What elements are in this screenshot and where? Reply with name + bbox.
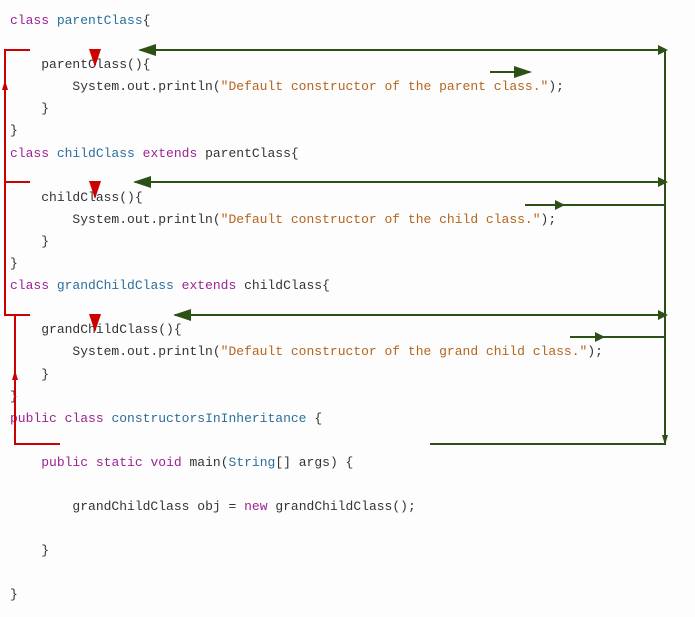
brace: } xyxy=(10,587,18,602)
keyword-class: class xyxy=(10,278,49,293)
ctor-grandChildClass: grandChildClass xyxy=(41,322,158,337)
stmt-end: (); xyxy=(392,499,415,514)
keyword-extends: extends xyxy=(143,146,198,161)
stmt-end: ); xyxy=(548,79,564,94)
brace: } xyxy=(10,256,18,271)
keyword-class: class xyxy=(10,146,49,161)
main-method: main xyxy=(190,455,221,470)
keyword-extends: extends xyxy=(182,278,237,293)
brace: } xyxy=(41,101,49,116)
string-literal: "Default constructor of the grand child … xyxy=(221,344,588,359)
brace: } xyxy=(41,543,49,558)
string-literal: "Default constructor of the parent class… xyxy=(221,79,549,94)
type-childClass: childClass xyxy=(57,146,135,161)
ctor-childClass: childClass xyxy=(41,190,119,205)
println-call: System.out.println xyxy=(72,344,212,359)
stmt-end: ); xyxy=(541,212,557,227)
args: [] args) { xyxy=(275,455,353,470)
println-call: System.out.println xyxy=(72,212,212,227)
parent-ref: childClass xyxy=(244,278,322,293)
type-ref: grandChildClass xyxy=(72,499,189,514)
keyword-new: new xyxy=(244,499,267,514)
parens: (){ xyxy=(158,322,181,337)
stmt-end: ); xyxy=(587,344,603,359)
ctor-call: grandChildClass xyxy=(275,499,392,514)
string-literal: "Default constructor of the child class.… xyxy=(221,212,541,227)
keyword-static: static xyxy=(96,455,143,470)
code-block: class parentClass{ parentClass(){ System… xyxy=(10,10,685,607)
println-call: System.out.println xyxy=(72,79,212,94)
parens: (){ xyxy=(119,190,142,205)
var-obj: obj xyxy=(197,499,220,514)
equals: = xyxy=(228,499,236,514)
brace: { xyxy=(143,13,151,28)
brace: } xyxy=(41,234,49,249)
parens: (){ xyxy=(127,57,150,72)
keyword-public: public xyxy=(41,455,88,470)
type-parentClass: parentClass xyxy=(57,13,143,28)
type-main-class: constructorsInInheritance xyxy=(111,411,306,426)
ctor-parentClass: parentClass xyxy=(41,57,127,72)
brace: } xyxy=(10,389,18,404)
type-String: String xyxy=(229,455,276,470)
keyword-public: public xyxy=(10,411,57,426)
keyword-class: class xyxy=(65,411,104,426)
brace: { xyxy=(322,278,330,293)
parent-ref: parentClass xyxy=(205,146,291,161)
brace: } xyxy=(10,123,18,138)
brace: { xyxy=(314,411,322,426)
brace: { xyxy=(291,146,299,161)
brace: } xyxy=(41,367,49,382)
keyword-class: class xyxy=(10,13,49,28)
keyword-void: void xyxy=(150,455,181,470)
type-grandChildClass: grandChildClass xyxy=(57,278,174,293)
